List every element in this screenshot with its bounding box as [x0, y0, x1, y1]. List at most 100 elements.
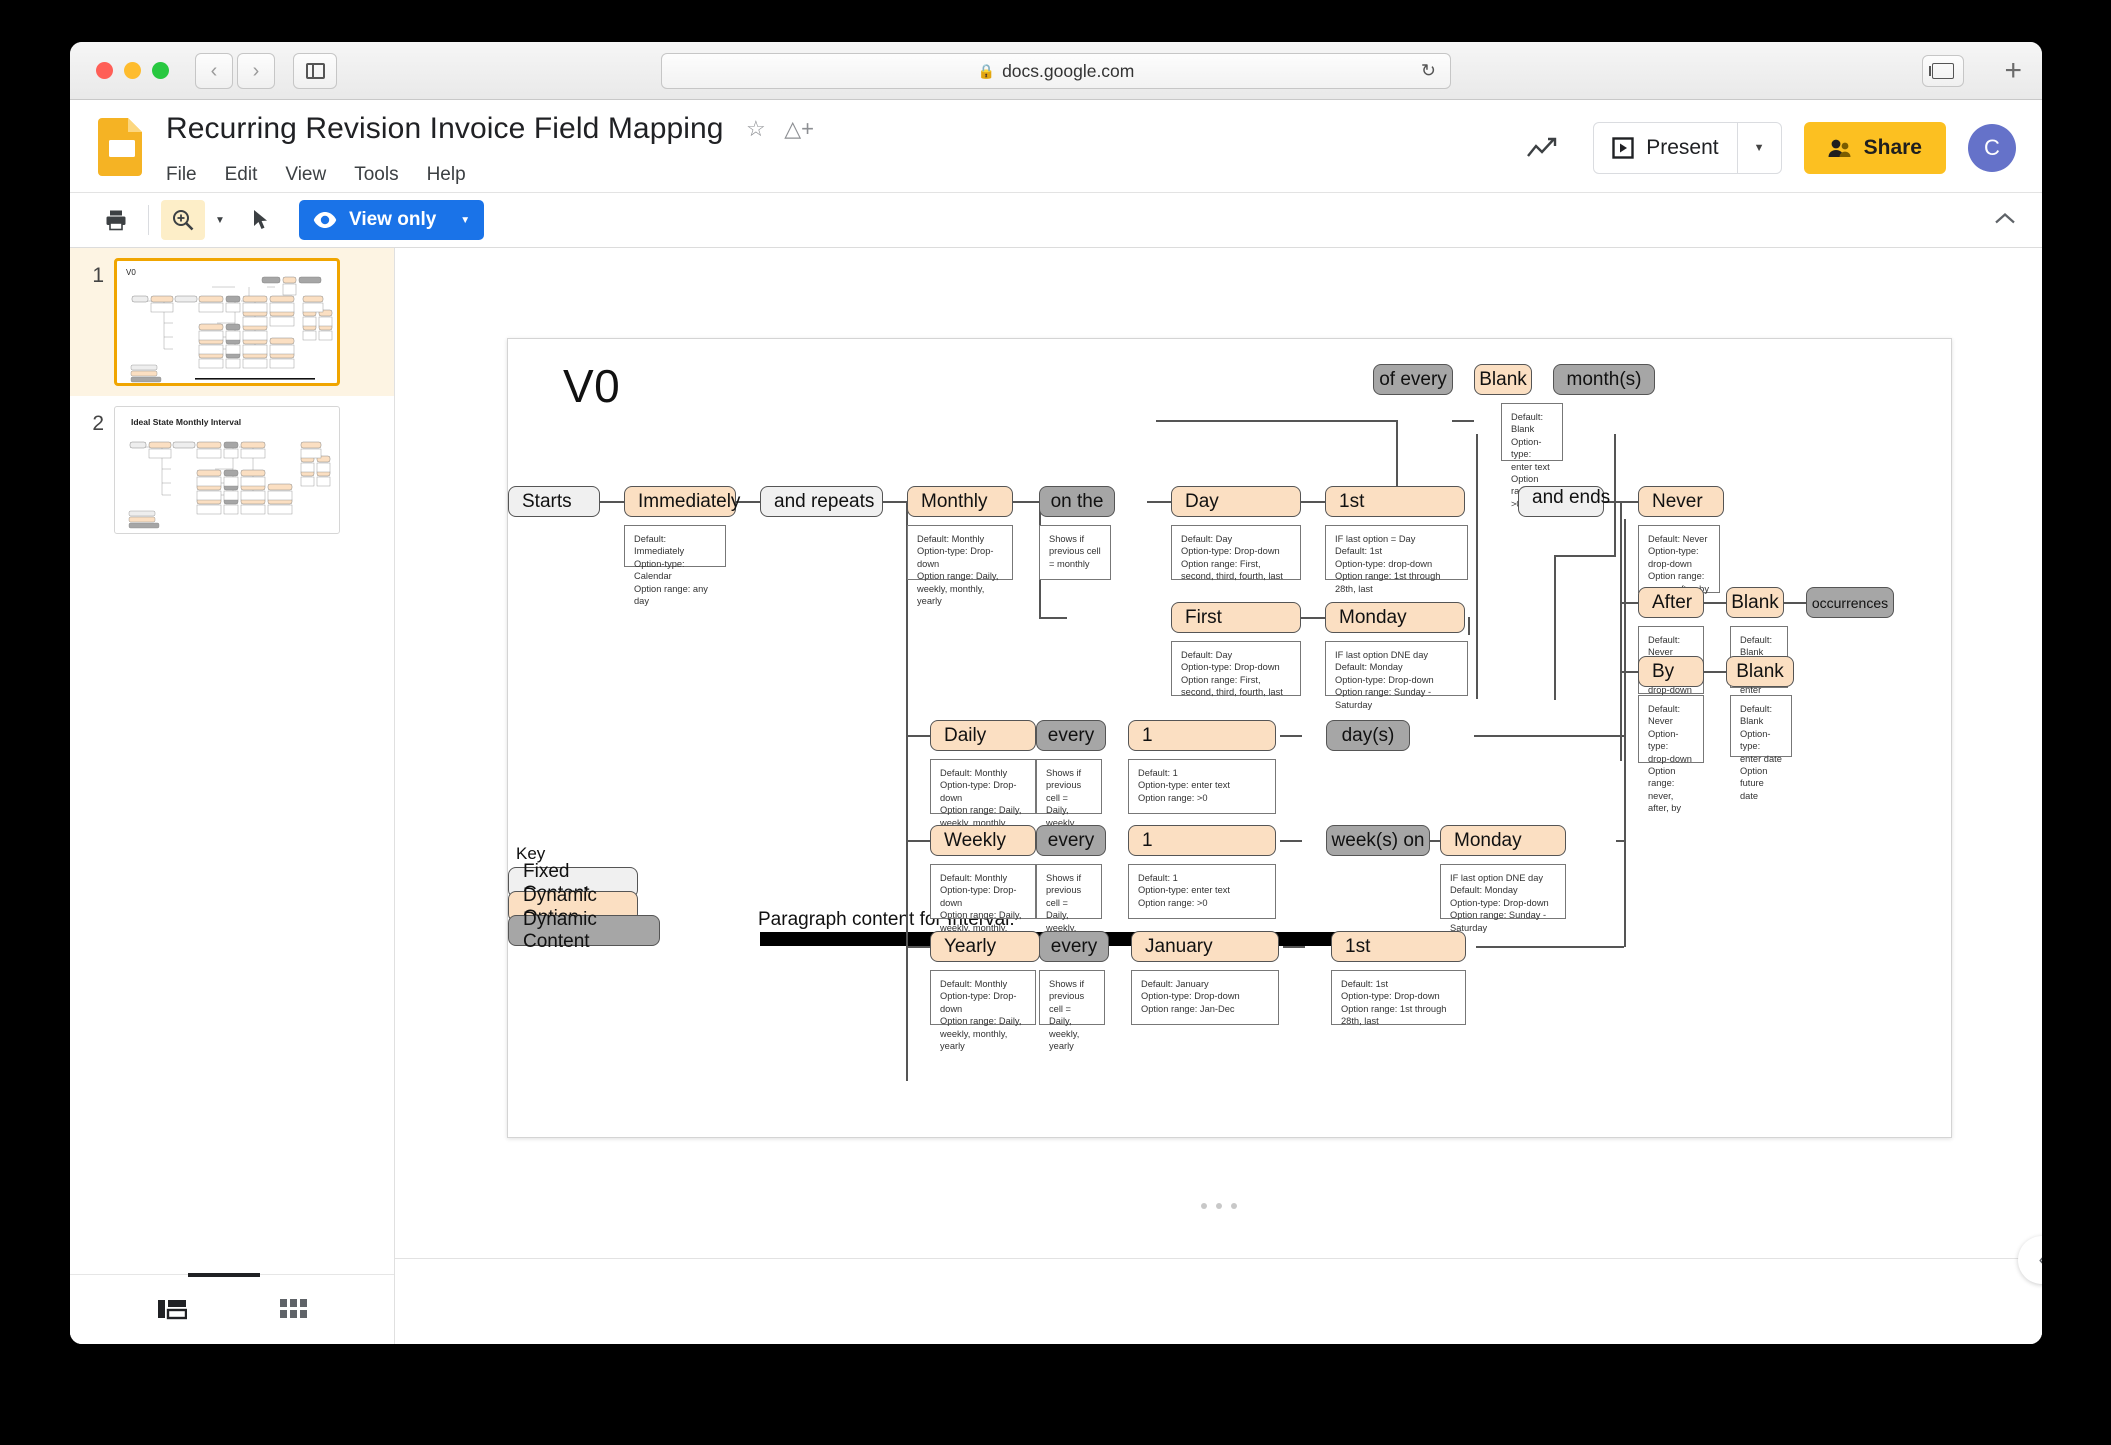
node-1-weekly[interactable]: 1: [1128, 825, 1276, 856]
grid-view-button[interactable]: [279, 1298, 308, 1325]
node-first[interactable]: First: [1171, 602, 1301, 633]
zoom-dropdown-button[interactable]: ▼: [205, 200, 235, 240]
node-1st-yearly[interactable]: 1st: [1331, 931, 1466, 962]
node-blank-after[interactable]: Blank: [1726, 587, 1784, 618]
filmstrip-view-button[interactable]: [157, 1297, 187, 1326]
node-every-yearly[interactable]: every: [1039, 931, 1109, 962]
note-day: Default: Day Option-type: Drop-down Opti…: [1171, 525, 1301, 581]
node-starts[interactable]: Starts: [508, 486, 600, 517]
slide-thumbnail-1[interactable]: 1 V0: [70, 248, 394, 396]
view-only-button[interactable]: View only ▼: [299, 200, 485, 240]
node-label: 1: [1142, 829, 1153, 851]
node-every-daily[interactable]: every: [1036, 720, 1106, 751]
toolbar-separator: [148, 205, 149, 235]
connector: [906, 946, 930, 948]
node-1-daily[interactable]: 1: [1128, 720, 1276, 751]
node-label: Immediately: [638, 490, 741, 512]
node-on-the[interactable]: on the: [1039, 486, 1115, 517]
address-bar[interactable]: 🔒 docs.google.com ↻: [661, 53, 1451, 89]
node-after[interactable]: After: [1638, 587, 1704, 618]
menu-tools[interactable]: Tools: [340, 160, 412, 190]
collapse-panel-button[interactable]: ‹: [2018, 1236, 2042, 1284]
dot: [1230, 1203, 1237, 1209]
star-icon[interactable]: ☆: [746, 116, 766, 141]
eye-icon: [313, 212, 337, 228]
node-days[interactable]: day(s): [1326, 720, 1410, 751]
canvas-divider: [395, 1258, 2042, 1259]
page-title[interactable]: Recurring Revision Invoice Field Mapping: [166, 114, 724, 144]
node-day[interactable]: Day: [1171, 486, 1301, 517]
share-button[interactable]: Share: [1803, 122, 1946, 174]
node-by[interactable]: By: [1638, 656, 1704, 687]
print-button[interactable]: [96, 200, 136, 240]
person-add-icon: [1828, 139, 1851, 157]
show-tabs-button[interactable]: [1922, 55, 1964, 87]
minimize-window-button[interactable]: [124, 62, 141, 79]
grid-view-icon: [279, 1299, 307, 1318]
select-tool-button[interactable]: [241, 200, 281, 240]
node-label: and repeats: [774, 490, 875, 512]
new-tab-button[interactable]: +: [2004, 56, 2022, 86]
canvas-area[interactable]: V0 Starts Immediately Default: Immediate…: [395, 248, 2042, 1344]
node-label: Yearly: [944, 935, 997, 957]
node-monthly[interactable]: Monthly: [907, 486, 1013, 517]
node-immediately[interactable]: Immediately: [624, 486, 740, 517]
dot: [1200, 1203, 1207, 1209]
slide-thumbnail-2[interactable]: 2 Ideal State Monthly Interval: [70, 396, 394, 544]
node-never[interactable]: Never: [1638, 486, 1724, 517]
menu-help[interactable]: Help: [413, 160, 480, 190]
present-dropdown-button[interactable]: ▼: [1736, 123, 1781, 173]
node-label: occurrences: [1811, 594, 1889, 611]
node-label: 1: [1142, 724, 1153, 746]
node-1st-top[interactable]: 1st: [1325, 486, 1465, 517]
present-button[interactable]: Present: [1594, 123, 1736, 173]
activity-icon[interactable]: [1527, 136, 1561, 160]
note-every-weekly: Shows if previous cell = Daily, weekly, …: [1036, 864, 1102, 945]
close-window-button[interactable]: [96, 62, 113, 79]
note-blank-by: Default: Blank Option-type: enter date O…: [1730, 695, 1792, 801]
node-of-every[interactable]: of every: [1373, 364, 1453, 395]
avatar[interactable]: C: [1968, 124, 2016, 172]
connector: [1704, 671, 1726, 673]
menu-edit[interactable]: Edit: [211, 160, 272, 190]
connector: [906, 501, 908, 1081]
node-yearly[interactable]: Yearly: [930, 931, 1040, 962]
node-and-repeats[interactable]: and repeats: [760, 486, 883, 517]
maximize-window-button[interactable]: [152, 62, 169, 79]
node-blank-month[interactable]: Blank: [1474, 364, 1532, 395]
note-1-weekly: Default: 1 Option-type: enter text Optio…: [1128, 864, 1276, 919]
node-blank-by[interactable]: Blank: [1726, 656, 1794, 687]
forward-button[interactable]: ›: [237, 52, 275, 89]
node-every-weekly[interactable]: every: [1036, 825, 1106, 856]
connector: [906, 735, 930, 737]
reload-icon[interactable]: ↻: [1421, 61, 1436, 82]
note-never: Default: Never Option-type: drop-down Op…: [1638, 525, 1720, 594]
node-january[interactable]: January: [1131, 931, 1279, 962]
node-monday-weekly[interactable]: Monday: [1440, 825, 1566, 856]
slide-number: 1: [92, 264, 104, 287]
node-occurrences[interactable]: occurrences: [1806, 587, 1894, 618]
node-weeks-on[interactable]: week(s) on: [1326, 825, 1430, 856]
connector: [1301, 617, 1325, 619]
node-months[interactable]: month(s): [1553, 364, 1655, 395]
node-daily[interactable]: Daily: [930, 720, 1036, 751]
node-monday-top[interactable]: Monday: [1325, 602, 1465, 633]
collapse-toolbar-button[interactable]: [1994, 209, 2016, 232]
node-weekly[interactable]: Weekly: [930, 825, 1036, 856]
connector: [906, 840, 930, 842]
cursor-icon: [254, 210, 267, 229]
connector: [1468, 617, 1470, 635]
menu-file[interactable]: File: [166, 160, 211, 190]
back-button[interactable]: ‹: [195, 52, 233, 89]
node-label: every: [1047, 724, 1095, 746]
toggle-sidebar-button[interactable]: [293, 52, 337, 89]
slide-filmstrip[interactable]: 1 V0 2 Ideal State Monthly Interval: [70, 248, 395, 1344]
move-to-drive-icon[interactable]: △+: [784, 116, 814, 141]
connector: [1620, 501, 1638, 503]
menu-view[interactable]: View: [271, 160, 340, 190]
google-slides-logo-icon: [98, 118, 142, 176]
zoom-button[interactable]: [161, 200, 205, 240]
node-label: on the: [1050, 490, 1104, 512]
slide-canvas[interactable]: V0 Starts Immediately Default: Immediate…: [507, 338, 1952, 1138]
node-and-ends[interactable]: and ends: [1518, 486, 1610, 517]
